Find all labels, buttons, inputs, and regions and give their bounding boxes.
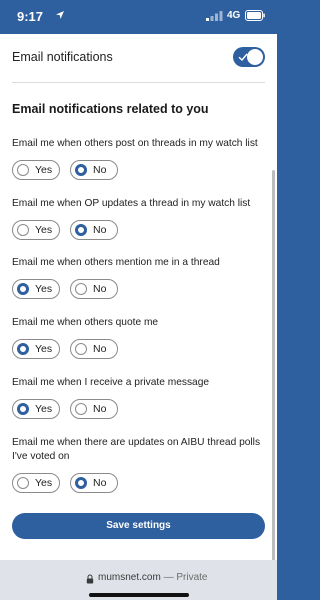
yes-label: Yes [35,477,53,489]
status-bar: 9:17 4G [0,0,277,34]
yes-radio [17,477,29,489]
yes-radio [17,224,29,236]
url-separator: — [163,572,174,583]
no-radio [75,343,87,355]
network-label: 4G [227,10,241,21]
question-quotes: Email me when others quote me Yes No [12,316,265,359]
no-label: No [93,477,107,489]
question-private-message: Email me when I receive a private messag… [12,376,265,419]
battery-icon [245,10,265,21]
yes-option[interactable]: Yes [12,473,60,493]
question-label: Email me when others quote me [12,317,159,328]
yes-label: Yes [35,164,53,176]
yes-radio [17,343,29,355]
no-label: No [93,224,107,236]
question-label: Email me when there are updates on AIBU … [12,437,261,462]
lock-icon [86,574,94,584]
no-label: No [93,343,107,355]
no-option[interactable]: No [70,160,118,180]
location-arrow-icon [56,11,64,19]
question-op-updates: Email me when OP updates a thread in my … [12,197,265,240]
save-settings-button[interactable]: Save settings [12,513,265,539]
scrollbar[interactable] [272,170,275,566]
browser-address-bar[interactable]: mumsnet.com — Private [0,560,277,600]
question-mentions: Email me when others mention me in a thr… [12,256,265,299]
no-label: No [93,283,107,295]
yes-no-group: Yes No [12,279,265,299]
question-label: Email me when others mention me in a thr… [12,257,220,268]
url-domain: mumsnet.com [98,572,161,583]
yes-label: Yes [35,224,53,236]
question-label: Email me when I receive a private messag… [12,377,210,388]
question-label: Email me when OP updates a thread in my … [12,198,251,209]
url-text: mumsnet.com — Private [98,572,207,583]
yes-no-group: Yes No [12,220,265,240]
email-notifications-label: Email notifications [12,50,113,64]
yes-option[interactable]: Yes [12,160,60,180]
no-option[interactable]: No [70,473,118,493]
no-option[interactable]: No [70,220,118,240]
yes-label: Yes [35,283,53,295]
question-aibu-polls: Email me when there are updates on AIBU … [12,436,265,493]
yes-option[interactable]: Yes [12,279,60,299]
url-private-label: Private [176,572,208,583]
status-time: 9:17 [17,9,44,24]
no-radio [75,477,87,489]
home-indicator[interactable] [89,593,189,597]
signal-bars-icon [206,11,223,21]
no-label: No [93,403,107,415]
no-label: No [93,164,107,176]
no-radio [75,224,87,236]
no-option[interactable]: No [70,279,118,299]
email-notifications-toggle[interactable] [233,47,265,67]
yes-label: Yes [35,403,53,415]
yes-option[interactable]: Yes [12,220,60,240]
divider [12,82,265,83]
question-watchlist-posts: Email me when others post on threads in … [12,137,265,180]
yes-radio [17,283,29,295]
yes-radio [17,403,29,415]
yes-no-group: Yes No [12,160,265,180]
no-radio [75,164,87,176]
yes-radio [17,164,29,176]
yes-option[interactable]: Yes [12,339,60,359]
email-notifications-row: Email notifications [12,46,265,70]
settings-page: Email notifications Email notifications … [0,34,277,566]
no-option[interactable]: No [70,399,118,419]
yes-option[interactable]: Yes [12,399,60,419]
yes-no-group: Yes No [12,399,265,419]
no-radio [75,283,87,295]
yes-label: Yes [35,343,53,355]
no-radio [75,403,87,415]
yes-no-group: Yes No [12,339,265,359]
section-title: Email notifications related to you [12,102,209,116]
toggle-knob [247,49,263,65]
no-option[interactable]: No [70,339,118,359]
yes-no-group: Yes No [12,473,265,493]
question-label: Email me when others post on threads in … [12,138,258,149]
